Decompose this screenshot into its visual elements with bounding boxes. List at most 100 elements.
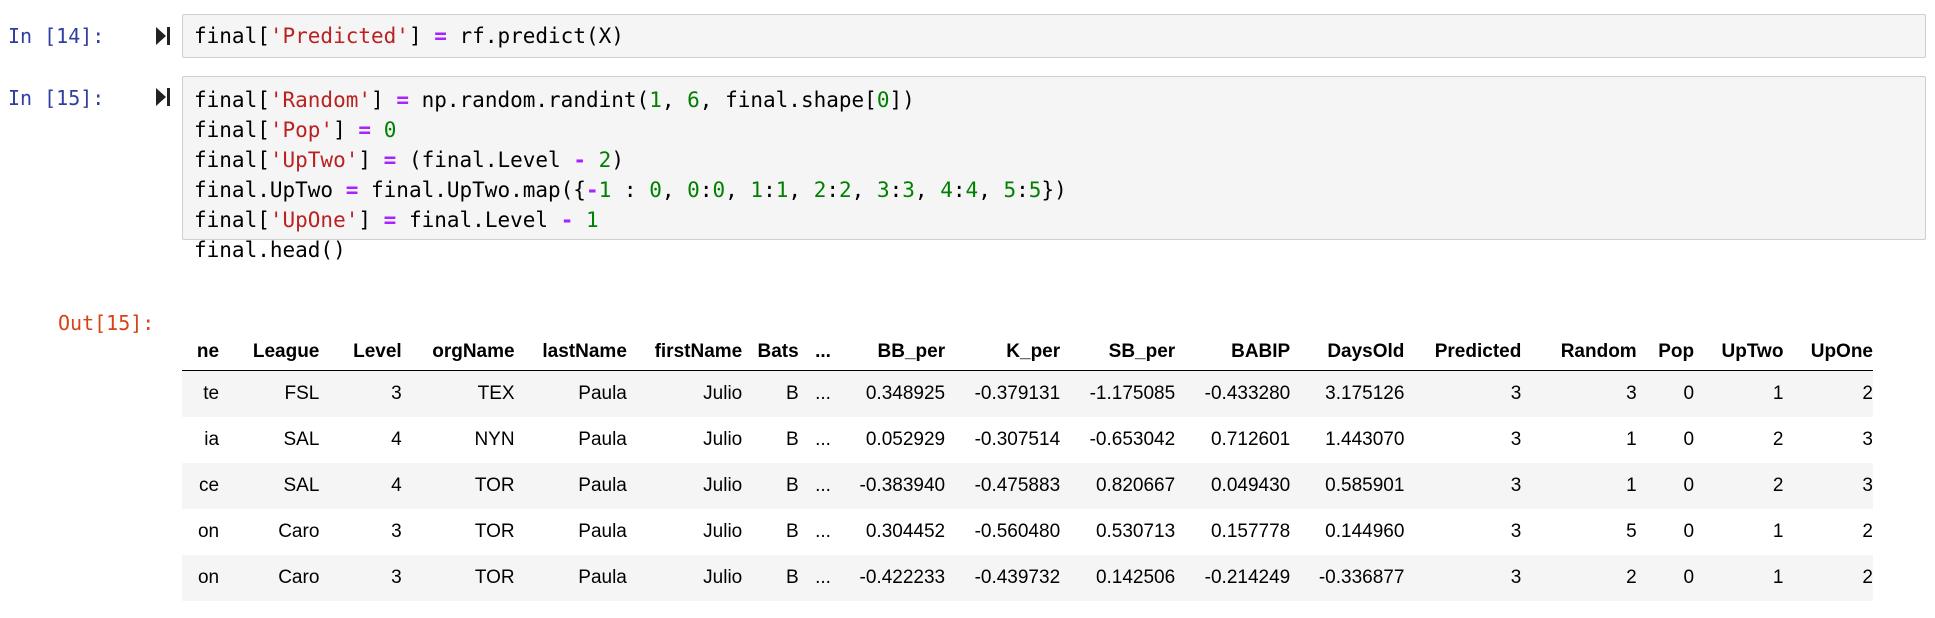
column-header: BB_per bbox=[830, 334, 946, 371]
code-token: : bbox=[889, 178, 903, 202]
table-cell: 3 bbox=[1404, 463, 1522, 509]
table-cell: ... bbox=[815, 429, 831, 450]
table-cell: 0.585901 bbox=[1290, 463, 1405, 509]
table-cell: 3 bbox=[319, 370, 402, 417]
code-token: = bbox=[358, 118, 372, 142]
table-cell: -0.379131 bbox=[945, 370, 1061, 417]
table-cell: on bbox=[182, 555, 220, 601]
run-cell-icon[interactable] bbox=[155, 25, 171, 47]
table-cell: 3 bbox=[1783, 463, 1873, 509]
code-token: 2 bbox=[813, 178, 827, 202]
code-cell[interactable]: final['Predicted'] = rf.predict(X) bbox=[182, 14, 1926, 58]
code-token: ] bbox=[408, 24, 435, 48]
table-cell: ce bbox=[182, 463, 220, 509]
code-token: , bbox=[725, 178, 751, 202]
code-token: rf.predict(X) bbox=[446, 24, 624, 48]
table-cell: 1 bbox=[1626, 429, 1637, 450]
table-cell: 0.142506 bbox=[1060, 555, 1176, 601]
table-cell: 0 bbox=[1683, 429, 1695, 450]
table-cell: -0.475883 bbox=[945, 463, 1061, 509]
table-cell: 0.348925 bbox=[830, 370, 946, 417]
table-cell: ia bbox=[204, 429, 220, 450]
code-token: , bbox=[914, 178, 941, 202]
table-cell: 4 bbox=[391, 429, 402, 450]
column-header: SB_per bbox=[1060, 334, 1176, 371]
code-token: ) bbox=[611, 148, 624, 172]
table-cell: -0.422233 bbox=[830, 555, 946, 601]
code-token: - bbox=[560, 208, 574, 232]
table-cell: 3 bbox=[1510, 429, 1522, 450]
table-cell: ... bbox=[815, 521, 831, 542]
code-token: = bbox=[383, 148, 397, 172]
code-token: 4 bbox=[965, 178, 979, 202]
output-prompt: Out[15]: bbox=[58, 311, 155, 335]
table-cell: Julio bbox=[626, 370, 743, 417]
code-editor[interactable]: final['Predicted'] = rf.predict(X) bbox=[183, 15, 1925, 51]
code-token: : bbox=[611, 178, 650, 202]
code-token: final[ bbox=[194, 208, 270, 232]
code-token: 5 bbox=[1028, 178, 1042, 202]
code-token: , final.shape[ bbox=[699, 88, 877, 112]
table-cell: Julio bbox=[626, 555, 743, 601]
column-header: Pop bbox=[1636, 334, 1695, 371]
table-cell: -0.439732 bbox=[945, 555, 1061, 601]
code-token: final[ bbox=[194, 24, 270, 48]
table-row: ce SAL 4 TOR Paula Julio B... -0.383940 -0.47588… bbox=[182, 463, 1873, 509]
table-cell: B bbox=[785, 429, 799, 450]
column-header: UpTwo bbox=[1694, 334, 1784, 371]
table-cell: TOR bbox=[474, 521, 515, 542]
table-cell: 0.712601 bbox=[1210, 429, 1291, 450]
column-header: ... bbox=[798, 334, 831, 371]
code-token: final.head() bbox=[194, 238, 346, 262]
code-token: }) bbox=[1041, 178, 1067, 202]
code-token: 'UpTwo' bbox=[269, 148, 359, 172]
table-cell: -0.336877 bbox=[1290, 555, 1405, 601]
table-cell: TOR bbox=[401, 463, 515, 509]
code-token: , bbox=[661, 88, 688, 112]
code-token: : bbox=[1016, 178, 1029, 202]
code-token: final[ bbox=[194, 148, 270, 172]
code-editor[interactable]: final['Random'] = np.random.randint(1, 6… bbox=[183, 77, 1925, 265]
code-token: ] bbox=[333, 118, 359, 142]
code-token: : bbox=[952, 178, 966, 202]
code-token: 'Predicted' bbox=[269, 24, 409, 48]
table-cell: ... bbox=[798, 555, 831, 601]
code-token: final.Level bbox=[396, 208, 561, 232]
table-cell: 0.144960 bbox=[1325, 521, 1405, 542]
table-cell: 3 bbox=[1521, 370, 1637, 417]
table-cell: -0.653042 bbox=[1089, 429, 1176, 450]
table-cell: 0.530713 bbox=[1095, 521, 1176, 542]
table-cell: on bbox=[197, 521, 220, 542]
code-token: , bbox=[661, 178, 688, 202]
code-token: 6 bbox=[687, 88, 700, 112]
table-cell: Caro bbox=[278, 521, 320, 542]
column-header: Level bbox=[319, 334, 402, 371]
column-header: firstName bbox=[626, 334, 743, 371]
code-token: final[ bbox=[194, 88, 270, 112]
table-cell: Julio bbox=[626, 463, 743, 509]
code-token: ]) bbox=[889, 88, 915, 112]
table-cell: 0.052929 bbox=[865, 429, 946, 450]
code-token: 0 bbox=[383, 118, 397, 142]
table-row: ia SAL 4 NYN Paula Julio B... 0.052929 -0.307514… bbox=[182, 417, 1873, 463]
code-token: 2 bbox=[839, 178, 852, 202]
code-token: ] bbox=[371, 88, 397, 112]
column-header: League bbox=[219, 334, 320, 371]
code-token: , bbox=[978, 178, 1004, 202]
code-token: = bbox=[434, 24, 447, 48]
code-token: 3 bbox=[902, 178, 915, 202]
code-token: 3 bbox=[876, 178, 890, 202]
table-cell: -0.560480 bbox=[974, 521, 1061, 542]
code-cell[interactable]: final['Random'] = np.random.randint(1, 6… bbox=[182, 76, 1926, 262]
table-cell: -0.433280 bbox=[1175, 370, 1291, 417]
table-cell: 1 bbox=[1521, 463, 1637, 509]
code-token: 5 bbox=[1003, 178, 1017, 202]
table-cell: 0.304452 bbox=[865, 521, 946, 542]
table-header-row: ne League Level orgName lastName firstNa… bbox=[182, 334, 1873, 371]
run-cell-icon[interactable] bbox=[155, 86, 171, 108]
table-cell: 2 bbox=[1772, 429, 1784, 450]
code-token: : bbox=[763, 178, 776, 202]
